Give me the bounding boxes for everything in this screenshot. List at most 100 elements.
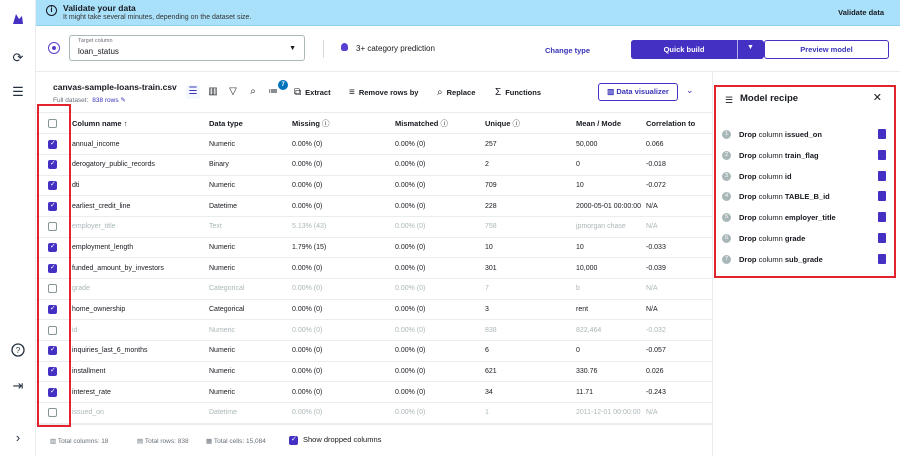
expand-chevron-icon[interactable]: › — [10, 429, 26, 445]
functions-button[interactable]: Σ Functions — [495, 84, 541, 100]
table-row[interactable]: inquiries_last_6_monthsNumeric0.00% (0)0… — [36, 340, 712, 362]
dataset-toolbar: canvas-sample-loans-train.csv Full datas… — [36, 72, 712, 112]
column-name-cell: derogatory_public_records — [72, 154, 209, 176]
datasets-list-icon[interactable]: ☰ — [10, 84, 26, 100]
change-type-link[interactable]: Change type — [545, 46, 590, 55]
correlation-cell: N/A — [646, 402, 712, 424]
missing-cell: 0.00% (0) — [292, 278, 395, 300]
help-icon[interactable]: ? — [10, 342, 26, 358]
unique-cell: 838 — [485, 319, 576, 342]
search-icon[interactable]: ⌕ — [246, 85, 260, 99]
filter-icon[interactable]: ▽ — [226, 85, 240, 99]
table-row[interactable]: annual_incomeNumeric0.00% (0)0.00% (0)25… — [36, 133, 712, 155]
quick-build-label: Quick build — [663, 45, 705, 54]
correlation-header[interactable]: Correlation to — [646, 113, 712, 135]
column-name-header[interactable]: Column name ↑ — [72, 113, 209, 135]
missing-cell: 1.79% (15) — [292, 237, 395, 259]
column-view-icon[interactable]: ☰ — [186, 85, 200, 99]
target-column-select[interactable]: Target column loan_status ▼ — [69, 35, 305, 61]
column-name-cell: employment_length — [72, 237, 209, 259]
banner-subtitle: It might take several minutes, depending… — [63, 14, 252, 21]
unique-cell: 3 — [485, 299, 576, 321]
data-type-cell: Numeric — [209, 340, 292, 362]
lightbulb-icon — [341, 43, 348, 51]
mean-mode-cell: 2000-05-01 00:00:00 — [576, 195, 646, 217]
mean-mode-cell: rent — [576, 299, 646, 321]
column-name-cell: issued_on — [72, 402, 209, 424]
data-type-header[interactable]: Data type — [209, 113, 292, 135]
table-row[interactable]: issued_on Datetime 0.00% (0) 0.00% (0) 1 2011… — [36, 402, 712, 424]
unique-cell: 2 — [485, 154, 576, 176]
validate-data-button[interactable]: Validate data — [838, 8, 884, 17]
edit-pencil-icon[interactable]: ✎ — [120, 97, 125, 104]
mean-mode-cell: 0 — [576, 154, 646, 176]
table-row[interactable]: funded_amount_by_investorsNumeric0.00% (… — [36, 257, 712, 279]
collapse-double-chevron-icon[interactable]: ⌄ — [686, 85, 694, 96]
banner-title: Validate your data — [63, 3, 136, 13]
data-type-cell: Numeric — [209, 319, 292, 342]
extract-icon: ⧉ — [294, 86, 302, 98]
unique-header[interactable]: Unique ⓘ — [485, 113, 576, 135]
info-icon: ⓘ — [322, 118, 330, 128]
build-options-chevron-icon[interactable]: ▼ — [738, 44, 763, 51]
show-dropped-toggle[interactable]: Show dropped columns — [289, 435, 381, 445]
unique-cell: 257 — [485, 133, 576, 155]
dataset-file-name: canvas-sample-loans-train.csv — [53, 82, 177, 92]
models-icon[interactable]: ⟳ — [10, 50, 26, 66]
mean-mode-cell: 10 — [576, 175, 646, 197]
data-type-cell: Datetime — [209, 195, 292, 217]
sort-arrow-icon[interactable]: ↑ — [124, 119, 128, 128]
column-name-cell: funded_amount_by_investors — [72, 257, 209, 279]
data-type-cell: Numeric — [209, 381, 292, 404]
table-row[interactable]: home_ownershipCategorical0.00% (0)0.00% … — [36, 299, 712, 321]
column-name-cell: installment — [72, 361, 209, 383]
table-row[interactable]: interest_rateNumeric0.00% (0)0.00% (0)34… — [36, 381, 712, 404]
mismatched-cell: 0.00% (0) — [395, 237, 485, 259]
missing-cell: 0.00% (0) — [292, 133, 395, 155]
remove-rows-button[interactable]: ≡ Remove rows by — [349, 84, 418, 100]
table-row[interactable]: id Numeric 0.00% (0) 0.00% (0) 838 822,464 -0.… — [36, 319, 712, 342]
unique-cell: 7 — [485, 278, 576, 300]
missing-header[interactable]: Missing ⓘ — [292, 113, 395, 135]
quick-build-button[interactable]: Quick build — [631, 40, 743, 59]
preview-model-button[interactable]: Preview model — [764, 40, 889, 59]
table-row[interactable]: employer_title Text 5.13% (43) 0.00% (0) 758… — [36, 216, 712, 238]
mean-mode-cell: b — [576, 278, 646, 300]
data-type-cell: Text — [209, 216, 292, 238]
grid-footer: ▥ Total columns: 18 ▤ Total rows: 838 ▦ … — [36, 424, 712, 456]
chart-icon: ▥ — [607, 87, 615, 96]
missing-cell: 0.00% (0) — [292, 402, 395, 424]
show-dropped-checkbox[interactable] — [289, 435, 298, 445]
data-visualizer-button[interactable]: ▥ Data visualizer — [598, 83, 678, 101]
row-count-link[interactable]: 838 rows — [92, 97, 118, 104]
correlation-cell: 0.026 — [646, 361, 712, 383]
dataset-summary: Full dataset: 838 rows ✎ — [53, 96, 126, 104]
functions-label: Functions — [505, 87, 542, 97]
replace-button[interactable]: ⌕ Replace — [437, 84, 475, 100]
column-name-cell: interest_rate — [72, 381, 209, 404]
mismatched-header[interactable]: Mismatched ⓘ — [395, 113, 485, 135]
column-name-cell: earliest_credit_line — [72, 195, 209, 217]
remove-rows-icon: ≡ — [349, 86, 355, 98]
info-icon: ⓘ — [440, 118, 448, 128]
table-row[interactable]: dtiNumeric0.00% (0)0.00% (0)70910-0.072 — [36, 175, 712, 197]
table-row[interactable]: employment_lengthNumeric1.79% (15)0.00% … — [36, 237, 712, 259]
table-row[interactable]: grade Categorical 0.00% (0) 0.00% (0) 7 b N/A — [36, 278, 712, 300]
table-row[interactable]: earliest_credit_lineDatetime0.00% (0)0.0… — [36, 195, 712, 217]
table-row[interactable]: derogatory_public_recordsBinary0.00% (0)… — [36, 154, 712, 176]
table-header-row: Column name ↑ Data type Missing ⓘ Mismat… — [36, 113, 712, 135]
sign-out-icon[interactable]: ⇥ — [10, 378, 26, 394]
panel-divider — [712, 72, 713, 456]
missing-cell: 0.00% (0) — [292, 319, 395, 342]
column-grid: Column name ↑ Data type Missing ⓘ Mismat… — [36, 112, 712, 424]
extract-button[interactable]: ⧉ Extract — [294, 84, 331, 100]
column-name-cell: home_ownership — [72, 299, 209, 321]
mean-mode-cell: 10,000 — [576, 257, 646, 279]
model-recipe-highlight — [714, 85, 896, 278]
correlation-cell: -0.057 — [646, 340, 712, 362]
table-row[interactable]: installmentNumeric0.00% (0)0.00% (0)6213… — [36, 361, 712, 383]
mean-mode-cell: 50,000 — [576, 133, 646, 155]
grid-view-icon[interactable]: ▥ — [206, 85, 220, 99]
canvas-logo-icon[interactable] — [10, 11, 26, 27]
mean-mode-header[interactable]: Mean / Mode — [576, 113, 646, 135]
